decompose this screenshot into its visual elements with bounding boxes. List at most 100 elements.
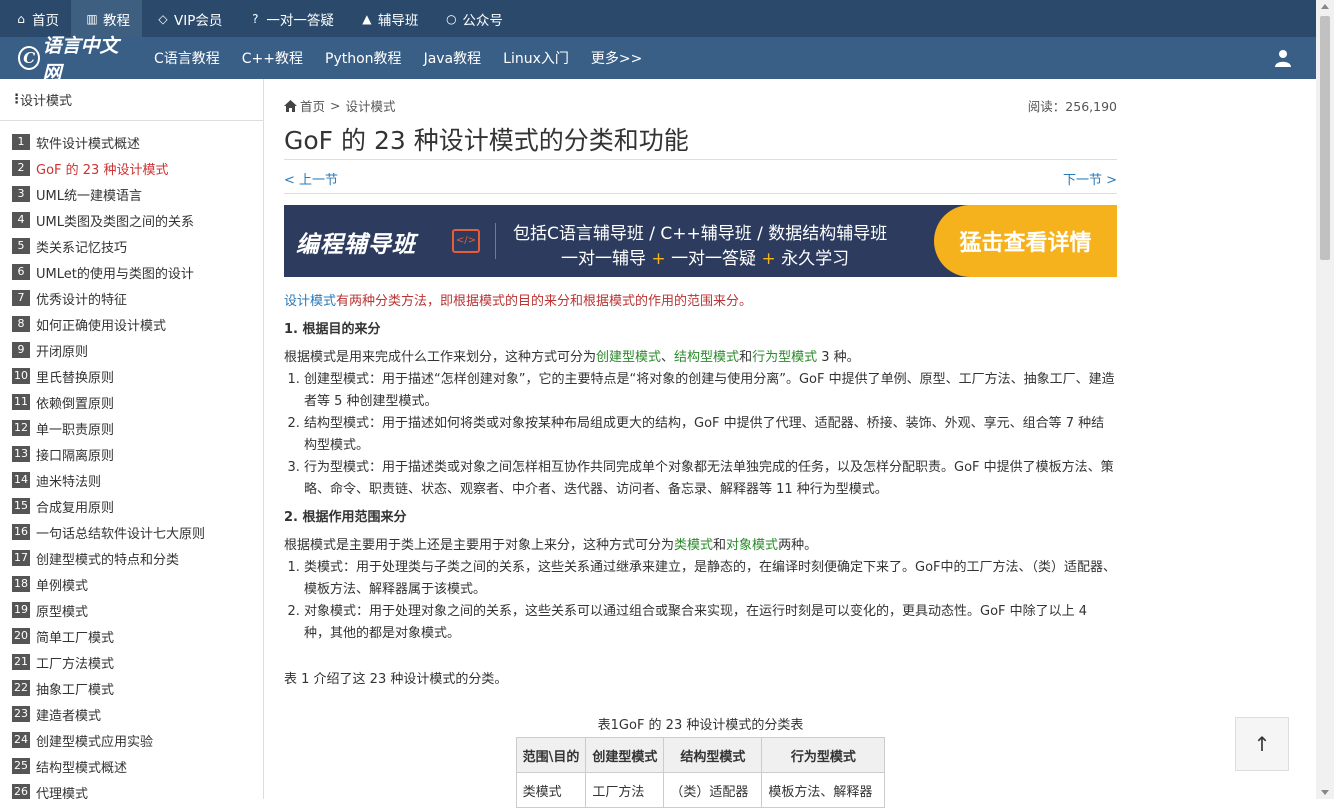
sidebar-item[interactable]: 25 结构型模式概述: [12, 753, 263, 779]
ad-banner[interactable]: 编程辅导班 </> 包括C语言辅导班 / C++辅导班 / 数据结构辅导班 一对…: [284, 205, 1117, 277]
chat-icon: ○: [446, 11, 457, 26]
topnav-qa[interactable]: ? 一对一答疑: [234, 0, 346, 37]
breadcrumb-current[interactable]: 设计模式: [346, 96, 396, 115]
sidebar-title: 设计模式: [20, 94, 73, 109]
sidebar-item[interactable]: 20 简单工厂模式: [12, 623, 263, 649]
prev-link[interactable]: < 上一节: [284, 169, 338, 188]
subnav-cpp[interactable]: C++教程: [231, 37, 314, 79]
item-number: 16: [12, 524, 30, 540]
sidebar-item[interactable]: 19 原型模式: [12, 597, 263, 623]
item-label: GoF 的 23 种设计模式: [36, 162, 169, 178]
article-body: 设计模式有两种分类方法，即根据模式的目的来分和根据模式的作用的范围来分。 1. …: [284, 291, 1117, 808]
scrollbar[interactable]: [1316, 0, 1334, 799]
subnav-python[interactable]: Python教程: [314, 37, 413, 79]
sidebar-item[interactable]: 21 工厂方法模式: [12, 649, 263, 675]
logo-text: 语言中文网: [42, 35, 119, 84]
item-label: 迪米特法则: [36, 474, 102, 490]
table-header: 行为型模式: [761, 737, 886, 773]
item-label: 单例模式: [36, 578, 89, 594]
topnav-tutoring[interactable]: ▲ 辅导班: [346, 0, 431, 37]
sidebar-list: 1 软件设计模式概述 2 GoF 的 23 种设计模式 3 UML统一建模语言 4 UM…: [0, 121, 263, 799]
subnav-java[interactable]: Java教程: [413, 37, 493, 79]
term-link[interactable]: 对象模式: [726, 538, 778, 553]
term-link[interactable]: 创建型模式: [596, 350, 661, 365]
sidebar-item[interactable]: 10 里氏替换原则: [12, 363, 263, 389]
breadcrumb-separator: >: [330, 98, 341, 113]
item-number: 13: [12, 446, 30, 462]
item-number: 1: [12, 134, 30, 150]
term-link[interactable]: 类模式: [674, 538, 713, 553]
subnav-c[interactable]: C语言教程: [143, 37, 231, 79]
sidebar-item[interactable]: 13 接口隔离原则: [12, 441, 263, 467]
sidebar-item[interactable]: 11 依赖倒置原则: [12, 389, 263, 415]
user-icon[interactable]: [1274, 49, 1292, 67]
plus-sign: +: [761, 249, 776, 269]
scroll-up-icon[interactable]: [1321, 4, 1329, 9]
table-row: 类模式 工厂方法 （类）适配器 模板方法、解释器: [515, 772, 886, 808]
item-label: UML统一建模语言: [36, 188, 142, 204]
term-link[interactable]: 行为型模式: [752, 350, 817, 365]
topnav-label: 一对一答疑: [266, 12, 334, 29]
sidebar-item[interactable]: 1 软件设计模式概述: [12, 129, 263, 155]
breadcrumb-row: 首页 > 设计模式 阅读：256,190: [284, 79, 1117, 127]
banner-cta-button[interactable]: 猛击查看详情: [934, 205, 1117, 277]
topnav-label: 公众号: [462, 12, 503, 29]
topnav-label: 辅导班: [377, 12, 419, 29]
scrollbar-thumb[interactable]: [1320, 16, 1330, 260]
sidebar-item[interactable]: 17 创建型模式的特点和分类: [12, 545, 263, 571]
sidebar-item-active[interactable]: 2 GoF 的 23 种设计模式: [12, 155, 263, 181]
sidebar-item[interactable]: 14 迪米特法则: [12, 467, 263, 493]
item-number: 26: [12, 784, 30, 799]
item-label: 一句话总结软件设计七大原则: [36, 526, 206, 542]
banner-brand: 编程辅导班: [296, 232, 416, 258]
text: 根据模式是用来完成什么工作来划分，这种方式可分为: [284, 350, 597, 365]
item-label: 工厂方法模式: [36, 656, 115, 672]
sidebar-item[interactable]: 6 UMLet的使用与类图的设计: [12, 259, 263, 285]
term-link[interactable]: 结构型模式: [674, 350, 739, 365]
home-icon: [284, 99, 297, 112]
intro-link[interactable]: 设计模式: [284, 294, 336, 309]
sidebar-item[interactable]: 26 代理模式: [12, 779, 263, 799]
banner-divider: [495, 223, 496, 259]
sidebar-item[interactable]: 7 优秀设计的特征: [12, 285, 263, 311]
item-number: 10: [12, 368, 30, 384]
sidebar-item[interactable]: 4 UML类图及类图之间的关系: [12, 207, 263, 233]
sidebar-item[interactable]: 23 建造者模式: [12, 701, 263, 727]
scroll-down-icon[interactable]: [1321, 790, 1329, 795]
home-icon: ⌂: [17, 11, 25, 26]
table-intro: 表 1 介绍了这 23 种设计模式的分类。: [284, 672, 508, 687]
code-icon: </>: [452, 229, 480, 253]
sidebar-item[interactable]: 3 UML统一建模语言: [12, 181, 263, 207]
sidebar-item[interactable]: 12 单一职责原则: [12, 415, 263, 441]
item-number: 3: [12, 186, 30, 202]
item-label: 简单工厂模式: [36, 630, 115, 646]
intro-text: 有两种分类方法，即根据模式的目的来分和根据模式的作用的范围来分。: [336, 294, 753, 309]
sidebar-item[interactable]: 16 一句话总结软件设计七大原则: [12, 519, 263, 545]
sidebar-item[interactable]: 15 合成复用原则: [12, 493, 263, 519]
sidebar-item[interactable]: 5 类关系记忆技巧: [12, 233, 263, 259]
sidebar-item[interactable]: 9 开闭原则: [12, 337, 263, 363]
topnav-wechat[interactable]: ○ 公众号: [430, 0, 515, 37]
text: 3 种。: [817, 350, 860, 365]
site-logo[interactable]: C 语言中文网: [18, 35, 130, 84]
list-item: 类模式：用于处理类与子类之间的关系，这些关系通过继承来建立，是静态的，在编译时刻…: [304, 557, 1117, 601]
next-link[interactable]: 下一节 >: [1063, 169, 1117, 188]
subnav-linux[interactable]: Linux入门: [492, 37, 580, 79]
topnav-vip[interactable]: ◇ VIP会员: [142, 0, 234, 37]
sub-navbar: C 语言中文网 C语言教程 C++教程 Python教程 Java教程 Linu…: [0, 35, 1316, 84]
main-content: 首页 > 设计模式 阅读：256,190 GoF 的 23 种设计模式的分类和功…: [284, 79, 1117, 808]
topnav-label: 教程: [103, 12, 130, 29]
sidebar-item[interactable]: 8 如何正确使用设计模式: [12, 311, 263, 337]
sidebar: ⋮ 设计模式 1 软件设计模式概述 2 GoF 的 23 种设计模式 3 UML统一建…: [0, 79, 264, 799]
sidebar-item[interactable]: 22 抽象工厂模式: [12, 675, 263, 701]
item-label: 接口隔离原则: [36, 448, 115, 464]
subnav-more[interactable]: 更多>>: [580, 37, 653, 79]
sidebar-item[interactable]: 18 单例模式: [12, 571, 263, 597]
text: 两种。: [778, 538, 818, 553]
sidebar-item[interactable]: 24 创建型模式应用实验: [12, 727, 263, 753]
back-to-top-button[interactable]: ↑: [1235, 717, 1289, 771]
item-label: 结构型模式概述: [36, 760, 128, 776]
item-label: 原型模式: [36, 604, 89, 620]
banner-feature: 一对一答疑: [671, 249, 757, 269]
breadcrumb-home[interactable]: 首页: [300, 96, 325, 115]
